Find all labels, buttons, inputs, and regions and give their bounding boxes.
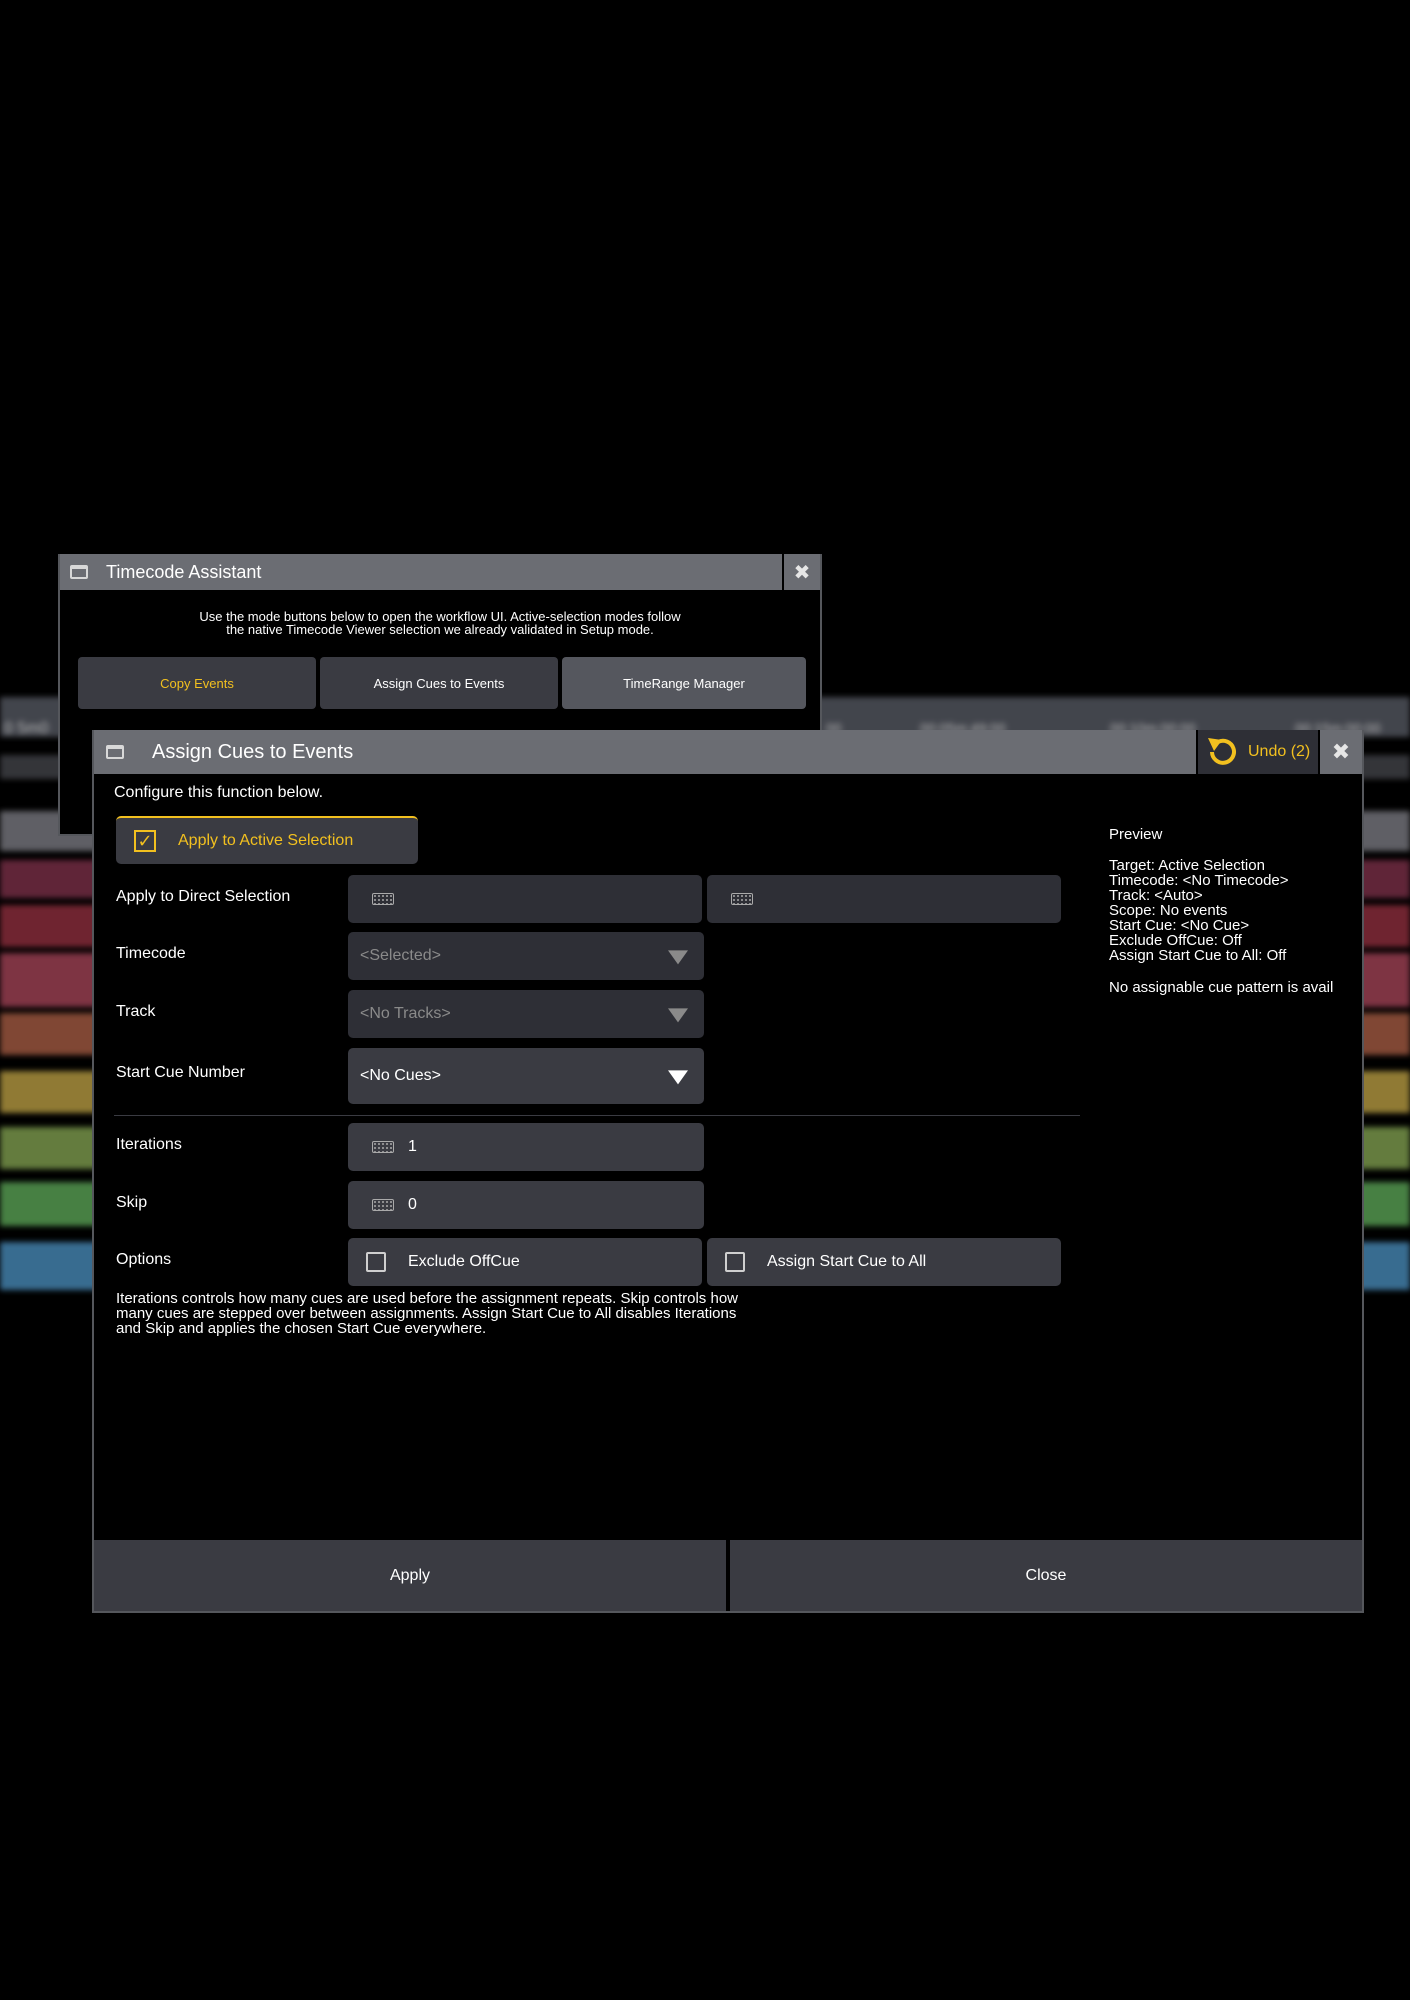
preview-line: Target: Active Selection — [1109, 857, 1265, 874]
option-label: Exclude OffCue — [408, 1253, 520, 1270]
undo-button[interactable]: Undo (2) — [1196, 730, 1322, 774]
field-value: 0 — [408, 1196, 417, 1213]
timerange-manager-button[interactable]: TimeRange Manager — [562, 657, 806, 709]
preview-line: Scope: No events — [1109, 902, 1228, 919]
field-value: 1 — [408, 1138, 417, 1155]
window-icon — [70, 565, 88, 579]
apply-active-selection-toggle[interactable]: ✓ Apply to Active Selection — [116, 816, 418, 864]
close-button[interactable]: Close — [730, 1540, 1362, 1611]
option-label: Assign Start Cue to All — [767, 1253, 927, 1270]
preview-line: Timecode: <No Timecode> — [1109, 872, 1289, 889]
preview-note: No assignable cue pattern is avail — [1109, 980, 1334, 995]
window-icon — [106, 745, 124, 759]
window-title: Assign Cues to Events — [152, 740, 354, 763]
button-label: TimeRange Manager — [623, 675, 745, 691]
checkbox-checked-icon: ✓ — [134, 830, 156, 852]
select-value: <No Tracks> — [360, 1005, 451, 1022]
button-label: Assign Cues to Events — [373, 675, 505, 691]
close-icon[interactable]: ✖ — [782, 554, 820, 590]
options-label: Options — [116, 1251, 172, 1268]
copy-events-button[interactable]: Copy Events — [78, 657, 316, 709]
ruler-label: 0 5m0 — [4, 720, 49, 737]
window-title: Timecode Assistant — [106, 561, 262, 582]
keyboard-icon — [731, 893, 753, 905]
iterations-input[interactable]: 1 — [348, 1123, 704, 1171]
checkbox-unchecked-icon — [366, 1252, 386, 1272]
assign-start-cue-all-checkbox[interactable]: Assign Start Cue to All — [707, 1238, 1061, 1286]
section-divider — [114, 1115, 1080, 1116]
iterations-label: Iterations — [116, 1136, 182, 1153]
track-select[interactable]: <No Tracks> — [348, 990, 704, 1038]
preview-line: Start Cue: <No Cue> — [1109, 917, 1250, 934]
close-icon[interactable]: ✖ — [1318, 730, 1362, 774]
direct-selection-input-1[interactable] — [348, 875, 702, 923]
toggle-label: Apply to Active Selection — [178, 832, 354, 849]
help-text: Iterations controls how many cues are us… — [116, 1291, 738, 1336]
preview-heading: Preview — [1109, 826, 1163, 843]
chevron-down-icon — [668, 950, 688, 965]
description-line: the native Timecode Viewer selection we … — [226, 622, 654, 637]
help-line: and Skip and applies the chosen Start Cu… — [116, 1320, 487, 1337]
chevron-down-icon — [668, 1008, 688, 1023]
start-cue-select[interactable]: <No Cues> — [348, 1048, 704, 1104]
select-value: <No Cues> — [360, 1067, 441, 1084]
exclude-offcue-checkbox[interactable]: Exclude OffCue — [348, 1238, 702, 1286]
direct-selection-input-2[interactable] — [707, 875, 1061, 923]
apply-button[interactable]: Apply — [94, 1540, 726, 1611]
configure-text: Configure this function below. — [114, 784, 324, 801]
help-line: many cues are stepped over between assig… — [116, 1305, 737, 1322]
assign-cues-to-events-button[interactable]: Assign Cues to Events — [320, 657, 558, 709]
button-label: Apply — [389, 1566, 431, 1584]
keyboard-icon — [372, 1141, 394, 1153]
preview-lines: Target: Active Selection Timecode: <No T… — [1109, 858, 1289, 963]
mode-description: Use the mode buttons below to open the w… — [60, 610, 820, 636]
start-cue-label: Start Cue Number — [116, 1064, 245, 1081]
button-label: Copy Events — [160, 675, 234, 691]
direct-selection-label: Apply to Direct Selection — [116, 888, 291, 905]
help-line: Iterations controls how many cues are us… — [116, 1290, 738, 1307]
select-value: <Selected> — [360, 947, 441, 964]
timecode-assistant-titlebar[interactable]: Timecode Assistant — [60, 554, 820, 590]
track-label: Track — [116, 1003, 156, 1020]
keyboard-icon — [372, 1199, 394, 1211]
timecode-select[interactable]: <Selected> — [348, 932, 704, 980]
preview-line: Assign Start Cue to All: Off — [1109, 947, 1287, 964]
keyboard-icon — [372, 893, 394, 905]
timecode-label: Timecode — [116, 945, 186, 962]
assign-cues-titlebar[interactable]: Assign Cues to Events — [94, 730, 1362, 774]
preview-line: Track: <Auto> — [1109, 887, 1203, 904]
preview-line: Exclude OffCue: Off — [1109, 932, 1242, 949]
undo-icon — [1208, 738, 1236, 765]
skip-label: Skip — [116, 1194, 148, 1211]
undo-label: Undo (2) — [1248, 743, 1311, 760]
skip-input[interactable]: 0 — [348, 1181, 704, 1229]
checkbox-unchecked-icon — [725, 1252, 745, 1272]
button-label: Close — [1025, 1566, 1067, 1584]
chevron-down-icon — [668, 1070, 688, 1085]
